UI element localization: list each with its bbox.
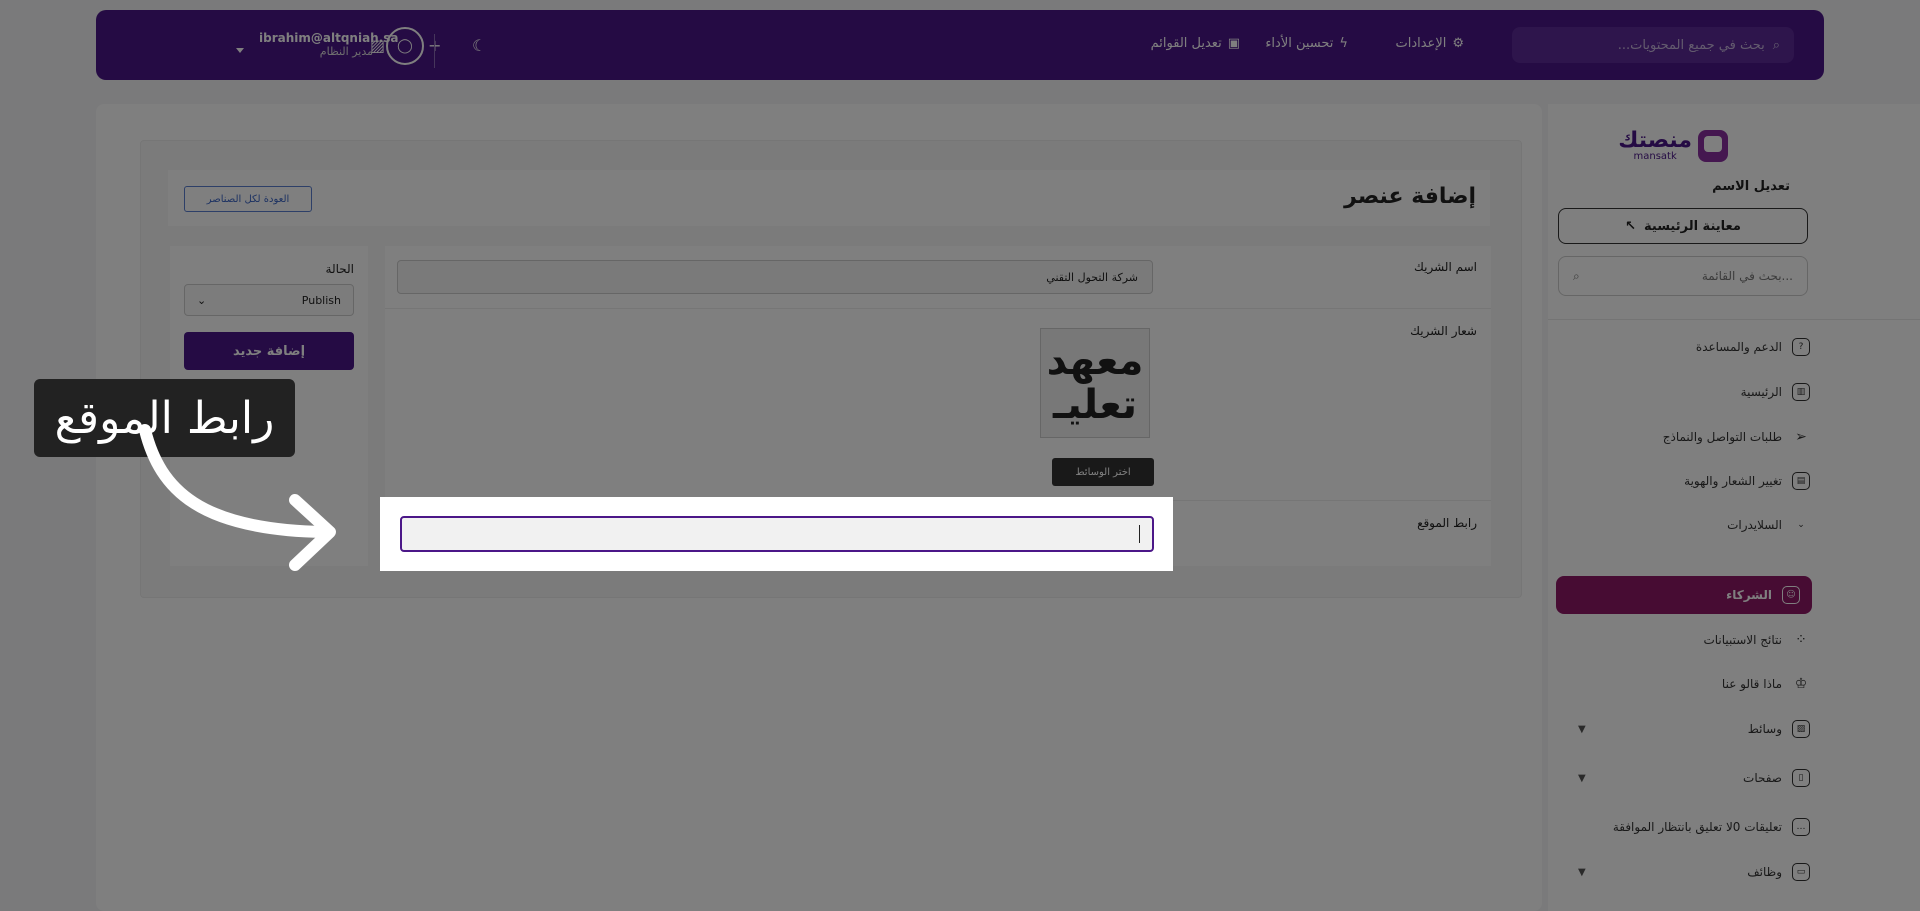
- arrow-icon: [139, 424, 336, 571]
- text-cursor: [1139, 525, 1140, 543]
- site-url-input[interactable]: [400, 516, 1154, 552]
